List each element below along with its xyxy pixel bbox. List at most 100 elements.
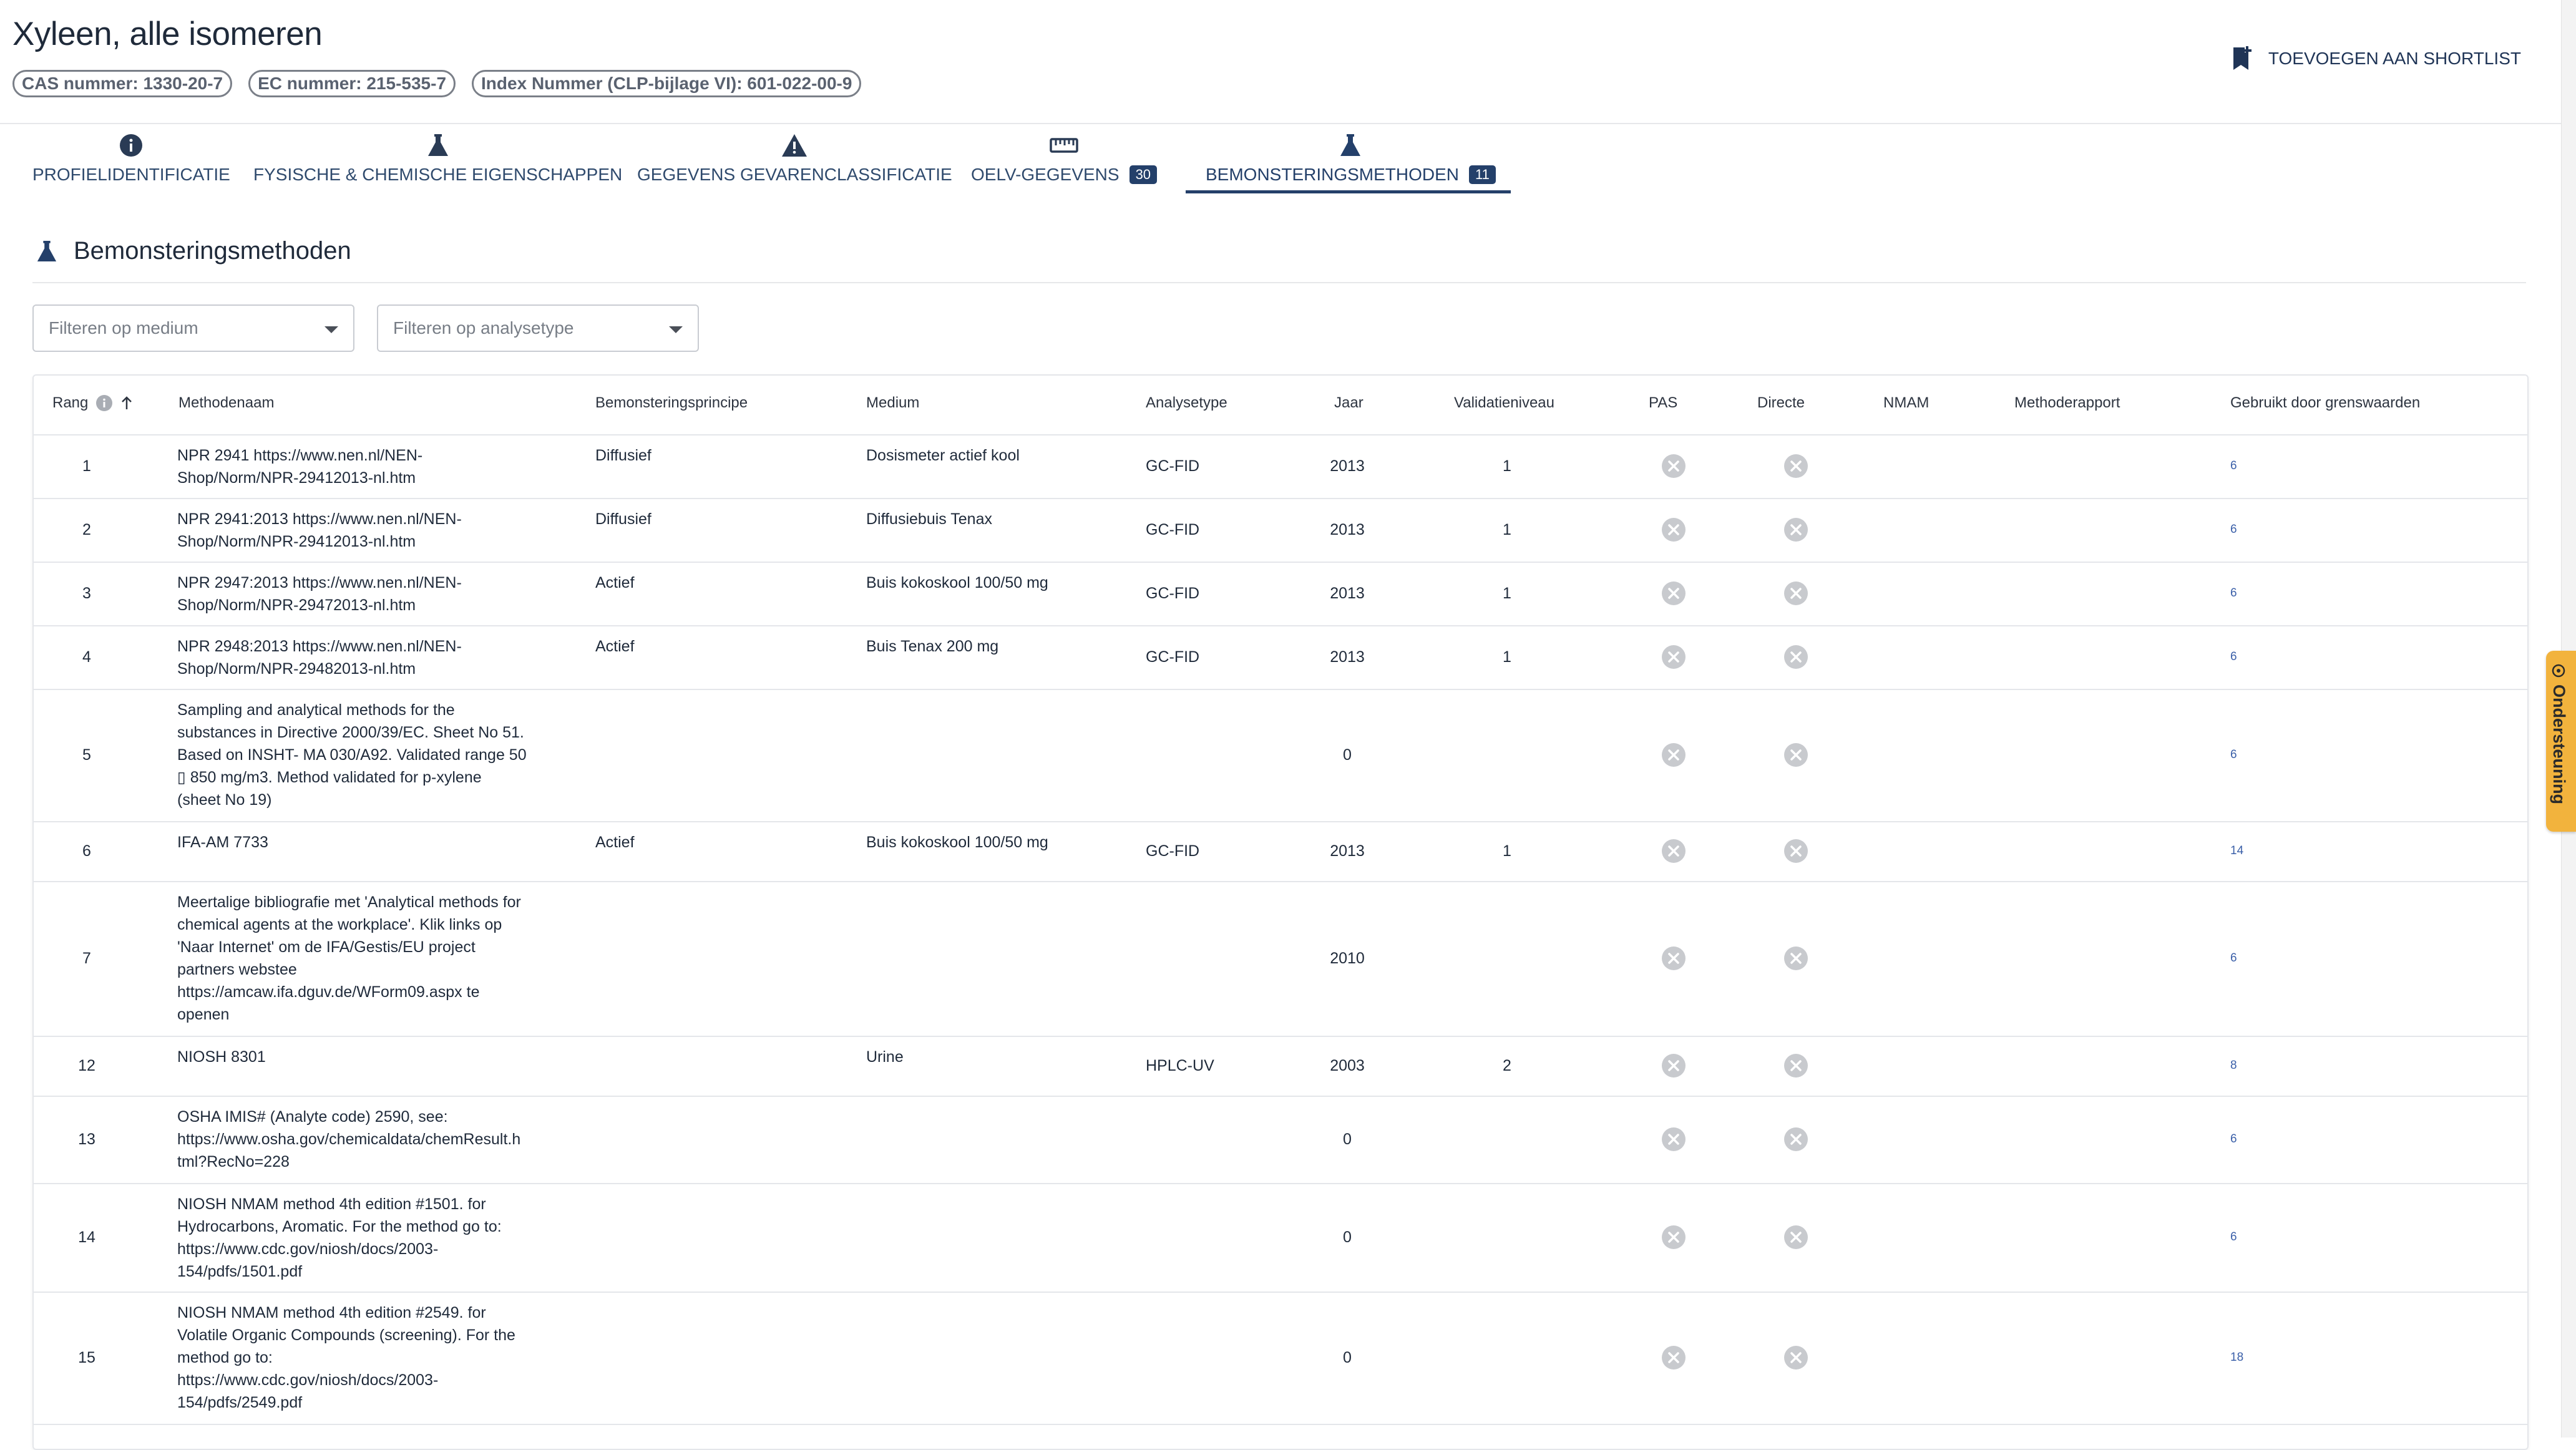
tab-oelv-gegevens[interactable]: OELV-GEGEVENS 30	[971, 130, 1158, 192]
method-name-line: Volatile Organic Compounds (screening). …	[177, 1326, 515, 1344]
column-header-methodenaam[interactable]: Methodenaam	[178, 394, 274, 412]
method-name-cell: NPR 2941 https://www.nen.nl/NEN- Shop/Nor…	[177, 444, 564, 489]
sort-ascending-icon[interactable]	[120, 396, 133, 411]
validatie-cell: 2	[1503, 1057, 1511, 1074]
column-header-gebruikt-door-grenswaarden[interactable]: Gebruikt door grenswaarden	[2230, 394, 2420, 412]
method-name-line: NPR 2948:2013 https://www.nen.nl/NEN-	[177, 638, 462, 655]
table-row[interactable]: NPR 2941 https://www.nen.nl/NEN- Shop/Nor…	[34, 434, 2527, 499]
tab-label: PROFIELIDENTIFICATIE	[32, 165, 230, 184]
validatie-cell: 1	[1503, 521, 1511, 538]
column-label: Rang	[52, 394, 89, 411]
table-row[interactable]: IFA-AM 7733 Actief Buis kokoskool 100/50 m…	[34, 821, 2527, 882]
jaar-cell: 2013	[1330, 585, 1365, 602]
add-to-shortlist-button[interactable]: TOEVOEGEN AAN SHORTLIST	[2232, 46, 2521, 71]
limit-values-link[interactable]: 14	[2230, 840, 2243, 862]
rang-cell: 15	[78, 1349, 95, 1366]
tab-gegevens-gevarenclassificatie[interactable]: GEGEVENS GEVARENCLASSIFICATIE	[637, 130, 952, 192]
tab-bemonsteringsmethoden[interactable]: BEMONSTERINGSMETHODEN 11	[1206, 130, 1496, 192]
rang-cell: 4	[82, 648, 91, 666]
method-name-line: Shop/Norm/NPR-29412013-nl.htm	[177, 533, 416, 550]
column-header-bemonsteringsprincipe[interactable]: Bemonsteringsprincipe	[595, 394, 748, 412]
method-name-line: NPR 2941:2013 https://www.nen.nl/NEN-	[177, 510, 462, 528]
rang-cell: 7	[82, 950, 91, 967]
medium-filter-select[interactable]: Filteren op medium	[32, 304, 354, 352]
directe-unavailable-icon	[1784, 1346, 1808, 1370]
table-row[interactable]: NIOSH NMAM method 4th edition #2549. for…	[34, 1292, 2527, 1425]
table-row[interactable]: OSHA IMIS# (Analyte code) 2590, see: http…	[34, 1096, 2527, 1184]
info-icon	[96, 395, 113, 411]
limit-values-link[interactable]: 6	[2230, 1226, 2237, 1248]
validatie-cell: 1	[1503, 842, 1511, 860]
tab-label: FYSISCHE & CHEMISCHE EIGENSCHAPPEN	[253, 165, 623, 184]
column-header-rang[interactable]: Rang	[52, 394, 133, 412]
identifier-chips: CAS nummer: 1330-20-7 EC nummer: 215-535…	[12, 70, 862, 97]
pas-unavailable-icon	[1662, 581, 1686, 605]
chevron-down-icon	[324, 326, 338, 333]
chevron-down-icon	[669, 326, 683, 333]
directe-unavailable-icon	[1784, 454, 1808, 478]
method-name-line: OSHA IMIS# (Analyte code) 2590, see:	[177, 1108, 448, 1126]
tab-profielidentificatie[interactable]: PROFIELIDENTIFICATIE	[32, 130, 230, 192]
analysis-type-filter-select[interactable]: Filteren op analysetype	[377, 304, 699, 352]
limit-values-link[interactable]: 18	[2230, 1346, 2243, 1369]
principe-cell: Actief	[595, 638, 635, 655]
column-header-pas[interactable]: PAS	[1649, 394, 1677, 412]
method-name-line: 'Naar Internet' om de IFA/Gestis/EU proj…	[177, 938, 476, 956]
column-header-nmam[interactable]: NMAM	[1883, 394, 1929, 412]
tab-label: BEMONSTERINGSMETHODEN	[1206, 165, 1460, 184]
method-name-cell: NIOSH NMAM method 4th edition #2549. for…	[177, 1302, 564, 1414]
method-name-cell: NIOSH 8301	[177, 1046, 564, 1068]
method-name-cell: NPR 2947:2013 https://www.nen.nl/NEN- Sho…	[177, 572, 564, 616]
rang-cell: 14	[78, 1229, 95, 1246]
column-header-analysetype[interactable]: Analysetype	[1146, 394, 1227, 412]
flask-icon	[1340, 134, 1361, 156]
jaar-cell: 2013	[1330, 842, 1365, 860]
medium-cell: Buis kokoskool 100/50 mg	[866, 834, 1048, 851]
support-tab-label: Ondersteuning	[2550, 684, 2569, 805]
column-header-validatieniveau[interactable]: Validatieniveau	[1454, 394, 1554, 412]
table-row[interactable]: Sampling and analytical methods for the s…	[34, 689, 2527, 822]
column-header-medium[interactable]: Medium	[866, 394, 919, 412]
jaar-cell: 0	[1343, 1131, 1352, 1148]
limit-values-link[interactable]: 6	[2230, 646, 2237, 668]
limit-values-link[interactable]: 8	[2230, 1054, 2237, 1077]
table-row[interactable]: NPR 2947:2013 https://www.nen.nl/NEN- Sho…	[34, 562, 2527, 626]
pas-unavailable-icon	[1662, 1346, 1686, 1370]
medium-cell: Urine	[866, 1048, 904, 1066]
flask-icon	[37, 240, 57, 261]
column-header-jaar[interactable]: Jaar	[1334, 394, 1364, 412]
table-row[interactable]: NIOSH 8301 Urine 12 HPLC-UV 2003 2 8	[34, 1036, 2527, 1097]
table-row[interactable]: Meertalige bibliografie met 'Analytical …	[34, 881, 2527, 1037]
column-header-methoderapport[interactable]: Methoderapport	[2014, 394, 2120, 412]
directe-unavailable-icon	[1784, 946, 1808, 970]
limit-values-link[interactable]: 6	[2230, 518, 2237, 541]
method-name-line: NIOSH NMAM method 4th edition #2549. for	[177, 1304, 486, 1321]
column-header-directe[interactable]: Directe	[1757, 394, 1805, 412]
section-title: Bemonsteringsmethoden	[74, 237, 351, 265]
limit-values-link[interactable]: 6	[2230, 1128, 2237, 1151]
tab-fysische-chemische-eigenschappen[interactable]: FYSISCHE & CHEMISCHE EIGENSCHAPPEN	[253, 130, 622, 192]
limit-values-link[interactable]: 6	[2230, 455, 2237, 477]
support-tab[interactable]: Ondersteuning	[2546, 651, 2576, 832]
method-name-line: https://www.cdc.gov/niosh/docs/2003-	[177, 1371, 439, 1389]
limit-values-link[interactable]: 6	[2230, 744, 2237, 766]
index-number-chip: Index Nummer (CLP-bijlage VI): 601-022-0…	[472, 70, 862, 97]
method-name-line: partners webstee	[177, 961, 297, 978]
table-row[interactable]: NPR 2948:2013 https://www.nen.nl/NEN- Sho…	[34, 625, 2527, 690]
medium-cell: Buis Tenax 200 mg	[866, 638, 999, 655]
limit-values-link[interactable]: 6	[2230, 947, 2237, 970]
active-tab-indicator	[1186, 190, 1511, 193]
ruler-icon	[1050, 138, 1078, 153]
limit-values-link[interactable]: 6	[2230, 582, 2237, 605]
table-row[interactable]: NIOSH NMAM method 4th edition #1501. for…	[34, 1183, 2527, 1293]
method-name-line: ▯ 850 mg/m3. Method validated for p-xyle…	[177, 769, 482, 786]
method-name-cell: NIOSH NMAM method 4th edition #1501. for…	[177, 1193, 564, 1283]
pas-unavailable-icon	[1662, 946, 1686, 970]
warning-icon	[782, 134, 807, 157]
jaar-cell: 2013	[1330, 521, 1365, 538]
rang-cell: 6	[82, 842, 91, 860]
medium-cell: Buis kokoskool 100/50 mg	[866, 574, 1048, 591]
analysetype-cell: GC-FID	[1146, 842, 1200, 860]
method-name-line: chemical agents at the workplace'. Klik …	[177, 916, 502, 933]
table-row[interactable]: NPR 2941:2013 https://www.nen.nl/NEN- Sho…	[34, 498, 2527, 563]
